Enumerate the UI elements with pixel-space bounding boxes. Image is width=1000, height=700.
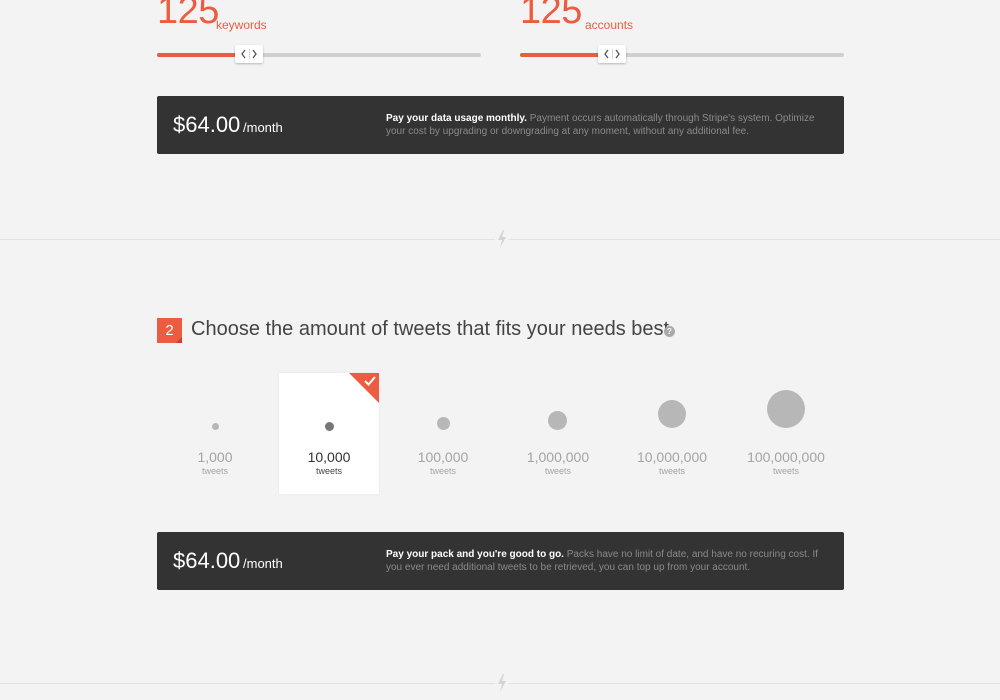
tweet-option-label: tweets: [201, 466, 228, 476]
accounts-slider-track[interactable]: [520, 53, 844, 57]
tweet-option-label: tweets: [315, 466, 342, 476]
help-icon[interactable]: ?: [664, 326, 675, 337]
tweet-option-100000000[interactable]: 100,000,000 tweets: [736, 373, 836, 494]
accounts-unit: accounts: [585, 18, 634, 32]
keywords-unit: keywords: [216, 18, 267, 32]
keywords-slider-handle[interactable]: [235, 45, 263, 63]
size-dot: [767, 390, 805, 428]
price-period: /month: [243, 556, 283, 571]
lightning-bolt-icon: [495, 673, 509, 693]
lightning-bolt-icon: [495, 229, 509, 249]
tweet-option-value: 10,000: [307, 449, 351, 465]
tweet-option-label: tweets: [658, 466, 685, 476]
price-period: /month: [243, 120, 283, 135]
step-title: Choose the amount of tweets that fits yo…: [191, 318, 670, 340]
size-dot: [548, 411, 567, 430]
tweet-option-1000000[interactable]: 1,000,000 tweets: [508, 373, 608, 494]
price-description: Pay your data usage monthly. Payment occ…: [386, 112, 826, 138]
chevron-right-icon: [613, 45, 623, 63]
tweet-option-value: 1,000,000: [526, 449, 590, 465]
tweet-option-100000[interactable]: 100,000 tweets: [393, 373, 493, 494]
price-description-title: Pay your pack and you're good to go.: [386, 549, 564, 560]
tweet-option-value: 100,000: [417, 449, 469, 465]
keywords-slider: 125 keywords: [157, 0, 481, 70]
chevron-right-icon: [250, 45, 260, 63]
size-dot: [325, 422, 334, 431]
tweet-option-value: 1,000: [197, 449, 233, 465]
tweet-option-value: 100,000,000: [747, 449, 825, 465]
accounts-slider: 125 accounts: [520, 0, 844, 70]
keywords-count: 125: [157, 0, 219, 32]
price-amount: $64.00: [173, 548, 241, 573]
accounts-count: 125: [520, 0, 582, 32]
size-dot: [437, 417, 450, 430]
tweet-option-label: tweets: [544, 466, 571, 476]
tweet-option-10000000[interactable]: 10,000,000 tweets: [622, 373, 722, 494]
monthly-price-bar: $64.00 /month Pay your data usage monthl…: [157, 96, 844, 154]
tweet-option-10000[interactable]: 10,000 tweets: [279, 373, 379, 494]
price-amount: $64.00: [173, 112, 241, 137]
tweet-option-label: tweets: [429, 466, 456, 476]
step-number-badge: 2: [157, 318, 182, 343]
accounts-slider-handle[interactable]: [598, 45, 626, 63]
chevron-left-icon: [239, 45, 249, 63]
size-dot: [658, 400, 686, 428]
pack-price-bar: $64.00 /month Pay your pack and you're g…: [157, 532, 844, 590]
tweet-option-label: tweets: [772, 466, 799, 476]
keywords-slider-track[interactable]: [157, 53, 481, 57]
checkmark-icon: [364, 376, 376, 386]
accounts-slider-fill: [520, 53, 604, 57]
price-description-title: Pay your data usage monthly.: [386, 113, 527, 124]
chevron-left-icon: [602, 45, 612, 63]
keywords-slider-fill: [157, 53, 241, 57]
tweet-option-1000[interactable]: 1,000 tweets: [165, 373, 265, 494]
price-description: Pay your pack and you're good to go. Pac…: [386, 548, 826, 574]
tweet-option-value: 10,000,000: [636, 449, 708, 465]
size-dot: [212, 423, 219, 430]
